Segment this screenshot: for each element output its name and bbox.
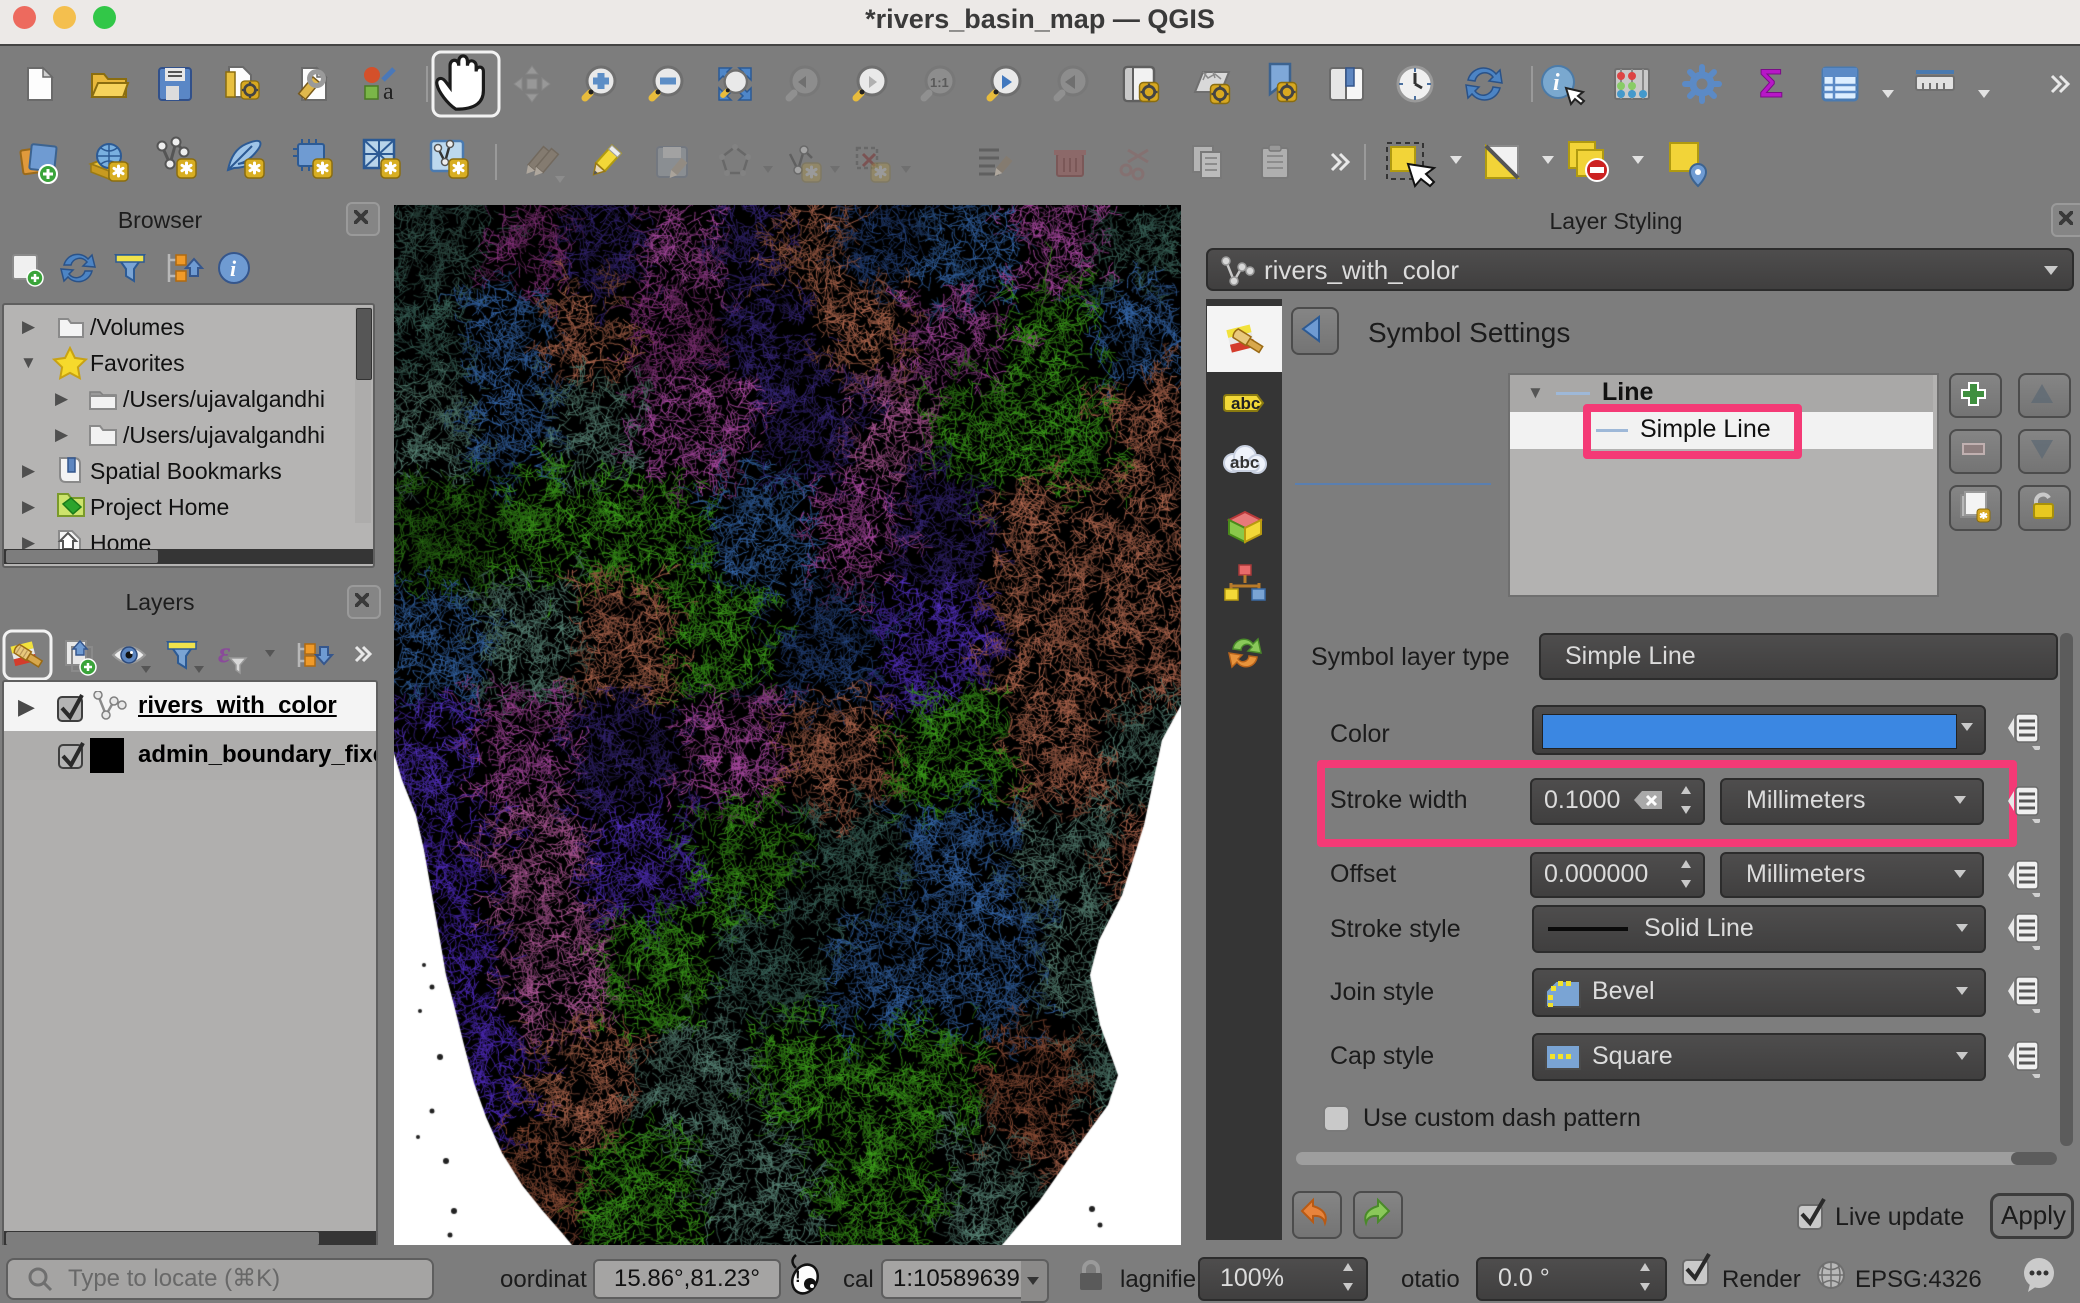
svg-text:a: a: [383, 79, 394, 105]
svg-text:abc: abc: [1231, 394, 1260, 413]
svg-text:!: !: [795, 1267, 801, 1286]
svg-text:Σ: Σ: [1759, 62, 1783, 106]
svg-text:i: i: [230, 256, 237, 281]
svg-text:abc: abc: [1230, 453, 1259, 472]
svg-text:1:1: 1:1: [930, 75, 949, 90]
svg-text:ε: ε: [218, 636, 231, 669]
svg-text:i: i: [1553, 70, 1560, 96]
